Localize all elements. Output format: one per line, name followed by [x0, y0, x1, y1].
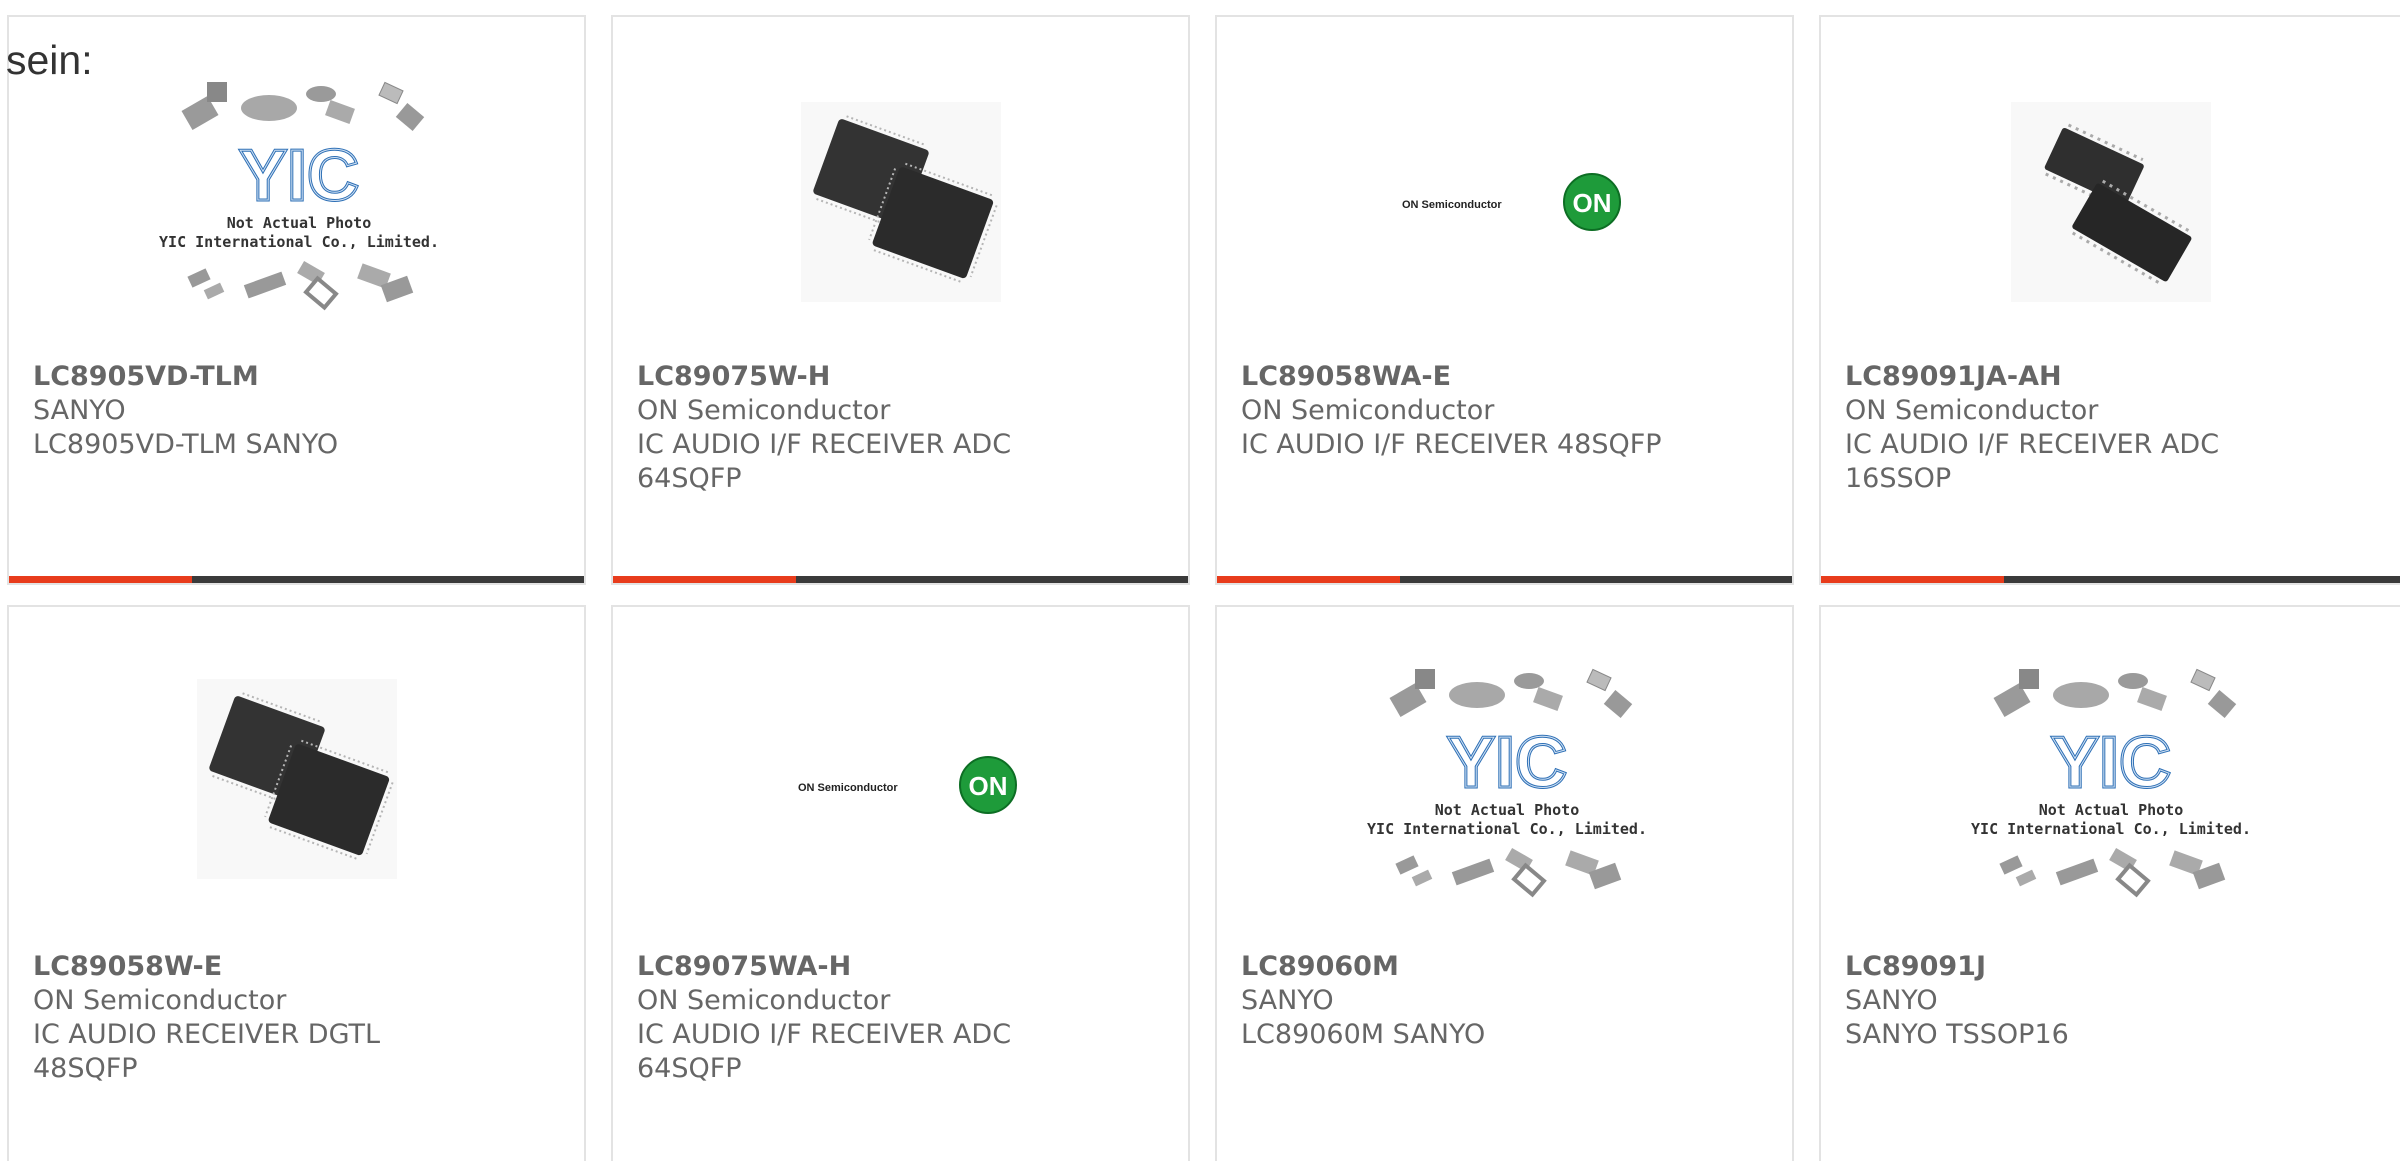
product-info: LC89075WA-H ON Semiconductor IC AUDIO I/… — [637, 950, 1164, 1086]
manufacturer: ON Semiconductor — [637, 395, 891, 426]
placeholder-line-1: Not Actual Photo — [1435, 801, 1580, 819]
on-wordmark: ON Semiconductor — [1402, 199, 1502, 211]
description: IC AUDIO I/F RECEIVER ADC — [1845, 429, 2220, 460]
product-card[interactable]: ON Semiconductor ON LC89075WA-H ON Semic… — [611, 605, 1190, 1161]
qfp-chip-photo-icon — [801, 102, 1001, 302]
product-grid-page: sein: Not Actual Photo YIC International… — [0, 0, 2400, 1161]
ssop-chip-photo-icon — [2011, 102, 2211, 302]
product-card[interactable]: Not Actual Photo YIC International Co., … — [1215, 605, 1794, 1161]
qfp-chip-photo-icon — [197, 679, 397, 879]
placeholder-line-2: YIC International Co., Limited. — [1367, 820, 1647, 838]
placeholder-line-1: Not Actual Photo — [227, 214, 372, 232]
manufacturer: ON Semiconductor — [637, 985, 891, 1016]
product-image[interactable]: Not Actual Photo YIC International Co., … — [1217, 667, 1792, 957]
product-info: LC89060M SANYO LC89060M SANYO — [1241, 950, 1768, 1052]
card-accent-bar — [1821, 576, 2004, 583]
product-info: LC89091JA-AH ON Semiconductor IC AUDIO I… — [1845, 360, 2376, 496]
yic-placeholder-icon: Not Actual Photo YIC International Co., … — [1367, 667, 1647, 907]
card-bottom-bar — [613, 576, 1188, 583]
product-image[interactable]: ON Semiconductor ON — [613, 667, 1188, 957]
product-image[interactable]: Not Actual Photo YIC International Co., … — [9, 82, 584, 372]
product-card[interactable]: LC89058W-E ON Semiconductor IC AUDIO REC… — [7, 605, 586, 1161]
placeholder-line-1: Not Actual Photo — [2039, 801, 2184, 819]
manufacturer: SANYO — [1845, 985, 1938, 1016]
on-badge: ON — [1573, 188, 1612, 218]
description: SANYO TSSOP16 — [1845, 1019, 2069, 1050]
description: IC AUDIO I/F RECEIVER ADC — [637, 429, 1012, 460]
part-number-link[interactable]: LC89091JA-AH — [1845, 360, 2376, 394]
description: 16SSOP — [1845, 463, 1952, 494]
product-card[interactable]: ON Semiconductor ON LC89058WA-E ON Semic… — [1215, 15, 1794, 585]
product-info: LC89075W-H ON Semiconductor IC AUDIO I/F… — [637, 360, 1164, 496]
placeholder-line-2: YIC International Co., Limited. — [1971, 820, 2251, 838]
part-number-link[interactable]: LC89075W-H — [637, 360, 1164, 394]
description: IC AUDIO RECEIVER DGTL — [33, 1019, 381, 1050]
card-bottom-bar — [1217, 576, 1792, 583]
product-image[interactable] — [9, 667, 584, 957]
card-accent-bar — [1217, 576, 1400, 583]
description: IC AUDIO I/F RECEIVER 48SQFP — [1241, 429, 1662, 460]
on-wordmark: ON Semiconductor — [798, 782, 898, 794]
description: LC8905VD-TLM SANYO — [33, 429, 339, 460]
product-card[interactable]: LC89091JA-AH ON Semiconductor IC AUDIO I… — [1819, 15, 2400, 585]
manufacturer: ON Semiconductor — [33, 985, 287, 1016]
on-badge: ON — [969, 771, 1008, 801]
product-image[interactable] — [1821, 82, 2400, 372]
product-card[interactable]: Not Actual Photo YIC International Co., … — [7, 15, 586, 585]
manufacturer: ON Semiconductor — [1241, 395, 1495, 426]
yic-placeholder-icon: Not Actual Photo YIC International Co., … — [1971, 667, 2251, 907]
yic-placeholder-icon: Not Actual Photo YIC International Co., … — [159, 80, 439, 320]
manufacturer: SANYO — [1241, 985, 1334, 1016]
card-bottom-bar — [1821, 576, 2400, 583]
on-semiconductor-logo-icon: ON Semiconductor ON — [798, 756, 1017, 814]
part-number-link[interactable]: LC89075WA-H — [637, 950, 1164, 984]
card-accent-bar — [613, 576, 796, 583]
product-card[interactable]: Not Actual Photo YIC International Co., … — [1819, 605, 2400, 1161]
part-number-link[interactable]: LC89058WA-E — [1241, 360, 1768, 394]
product-info: LC89091J SANYO SANYO TSSOP16 — [1845, 950, 2376, 1052]
part-number-link[interactable]: LC89058W-E — [33, 950, 560, 984]
product-card[interactable]: LC89075W-H ON Semiconductor IC AUDIO I/F… — [611, 15, 1190, 585]
card-accent-bar — [9, 576, 192, 583]
section-heading: sein: — [6, 37, 93, 83]
product-info: LC89058W-E ON Semiconductor IC AUDIO REC… — [33, 950, 560, 1086]
description: 64SQFP — [637, 1053, 742, 1084]
description: 48SQFP — [33, 1053, 138, 1084]
part-number-link[interactable]: LC8905VD-TLM — [33, 360, 560, 394]
product-image[interactable]: Not Actual Photo YIC International Co., … — [1821, 667, 2400, 957]
product-info: LC8905VD-TLM SANYO LC8905VD-TLM SANYO — [33, 360, 560, 462]
description: LC89060M SANYO — [1241, 1019, 1486, 1050]
product-info: LC89058WA-E ON Semiconductor IC AUDIO I/… — [1241, 360, 1768, 462]
product-image[interactable] — [613, 82, 1188, 372]
product-image[interactable]: ON Semiconductor ON — [1217, 82, 1792, 372]
on-semiconductor-logo-icon: ON Semiconductor ON — [1402, 173, 1621, 231]
description: 64SQFP — [637, 463, 742, 494]
card-bottom-bar — [9, 576, 584, 583]
placeholder-line-2: YIC International Co., Limited. — [159, 233, 439, 251]
manufacturer: SANYO — [33, 395, 126, 426]
part-number-link[interactable]: LC89091J — [1845, 950, 2376, 984]
part-number-link[interactable]: LC89060M — [1241, 950, 1768, 984]
manufacturer: ON Semiconductor — [1845, 395, 2099, 426]
description: IC AUDIO I/F RECEIVER ADC — [637, 1019, 1012, 1050]
